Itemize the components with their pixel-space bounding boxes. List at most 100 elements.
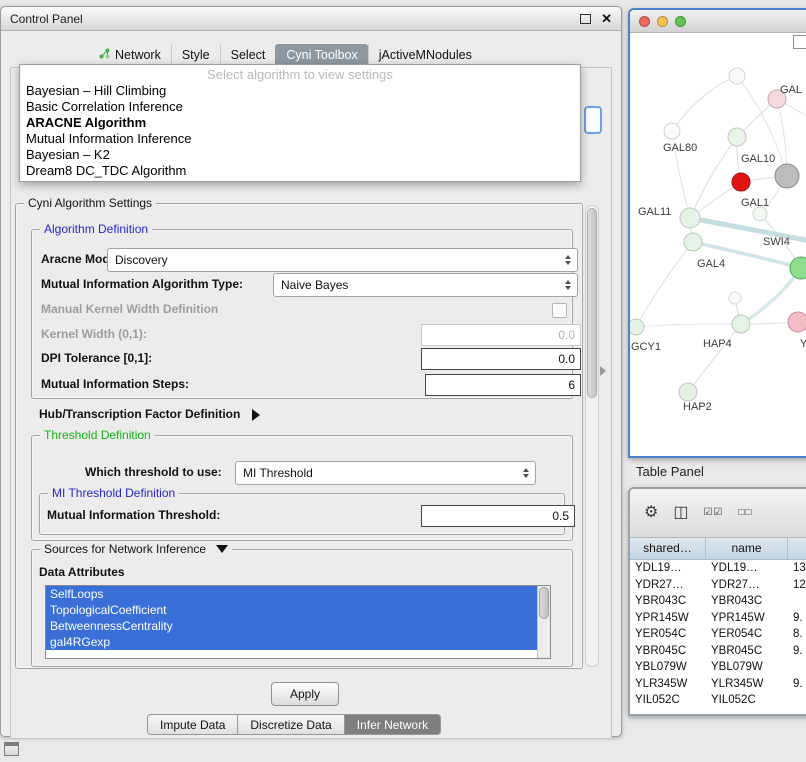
- overview-toggle[interactable]: [793, 35, 806, 49]
- minimize-button[interactable]: [657, 16, 668, 27]
- algorithm-option-basic-correlation-inference[interactable]: Basic Correlation Inference: [20, 99, 580, 115]
- bottom-tab-discretize-data[interactable]: Discretize Data: [238, 714, 344, 735]
- graph-node[interactable]: [680, 208, 700, 228]
- bottom-tab-infer-network[interactable]: Infer Network: [345, 714, 441, 735]
- data-attributes-list[interactable]: SelfLoopsTopologicalCoefficientBetweenne…: [45, 585, 551, 659]
- hub-section-toggle[interactable]: Hub/Transcription Factor Definition: [39, 403, 260, 425]
- tab-label: Network: [115, 48, 161, 62]
- table-row[interactable]: YER054CYER054C8.: [630, 626, 806, 643]
- attribute-betweennesscentrality[interactable]: BetweennessCentrality: [46, 618, 538, 634]
- gear-icon[interactable]: ⚙: [644, 505, 658, 521]
- graph-node[interactable]: [790, 257, 806, 279]
- algorithm-option-mutual-information-inference[interactable]: Mutual Information Inference: [20, 131, 580, 147]
- tab-style[interactable]: Style: [171, 44, 220, 66]
- settings-scrollbar[interactable]: [585, 205, 599, 667]
- algorithm-option-aracne-algorithm[interactable]: ARACNE Algorithm: [20, 115, 580, 131]
- network-canvas[interactable]: GAL80GALGAL10GAL11GAL1SWI4GAL4GCY1HAP4HA…: [630, 33, 806, 453]
- attribute-selfloops[interactable]: SelfLoops: [46, 586, 538, 602]
- graph-node[interactable]: [729, 292, 741, 304]
- attribute-topologicalcoefficient[interactable]: TopologicalCoefficient: [46, 602, 538, 618]
- network-window-titlebar[interactable]: [630, 10, 806, 33]
- combo-arrows-icon: [517, 468, 535, 478]
- table-row[interactable]: YBL079WYBL079W: [630, 659, 806, 676]
- table-cell: YBL079W: [630, 659, 706, 676]
- graph-edge[interactable]: [688, 324, 741, 392]
- list-scrollbar[interactable]: [537, 586, 550, 658]
- mi-threshold-field[interactable]: 0.5: [421, 505, 575, 527]
- tab-jactivemnodules[interactable]: jActiveMNodules: [368, 44, 482, 66]
- field-value: 0.0: [558, 352, 575, 366]
- float-window-icon[interactable]: [580, 14, 591, 24]
- data-attributes-label: Data Attributes: [39, 561, 125, 583]
- graph-node[interactable]: [732, 173, 750, 191]
- collapsed-arrow-icon[interactable]: [252, 409, 260, 421]
- graph-node[interactable]: [679, 383, 697, 401]
- columns-icon[interactable]: ◫: [673, 505, 688, 521]
- kernel-width-field[interactable]: 0.0: [421, 324, 581, 346]
- graph-node[interactable]: [775, 164, 799, 188]
- table-cell: 9.: [788, 610, 806, 627]
- table-row[interactable]: YLR345WYLR345W9.: [630, 676, 806, 693]
- expanded-arrow-icon[interactable]: [216, 545, 228, 553]
- table-cell: YER054C: [630, 626, 706, 643]
- close-icon[interactable]: ✕: [601, 12, 612, 25]
- algorithm-option-dream8-dc-tdc-algorithm[interactable]: Dream8 DC_TDC Algorithm: [20, 163, 580, 179]
- table-row[interactable]: YPR145WYPR145W9.: [630, 610, 806, 627]
- mi-type-select[interactable]: Naive Bayes: [273, 273, 578, 297]
- table-cell: YBL079W: [706, 659, 788, 676]
- table-cell: [788, 692, 806, 709]
- scrollbar-thumb[interactable]: [587, 208, 597, 398]
- graph-node[interactable]: [753, 207, 767, 221]
- unchecked-boxes-icon[interactable]: □□: [738, 508, 752, 518]
- network-graph[interactable]: GAL80GALGAL10GAL11GAL1SWI4GAL4GCY1HAP4HA…: [630, 33, 806, 453]
- table-row[interactable]: YBR043CYBR043C: [630, 593, 806, 610]
- zoom-button[interactable]: [675, 16, 686, 27]
- column-header-shared[interactable]: shared…: [630, 538, 706, 559]
- checked-boxes-icon[interactable]: ☑☑: [703, 508, 723, 518]
- node-label-gal10: GAL10: [741, 153, 775, 165]
- graph-node[interactable]: [729, 68, 745, 84]
- tab-network[interactable]: Network: [89, 44, 171, 66]
- table-header: shared…name: [630, 538, 806, 560]
- graph-edge[interactable]: [636, 324, 741, 327]
- manual-kernel-width-checkbox[interactable]: [552, 303, 567, 318]
- graph-node[interactable]: [630, 319, 644, 335]
- graph-node[interactable]: [788, 312, 806, 332]
- which-threshold-select[interactable]: MI Threshold: [235, 461, 536, 485]
- apply-button[interactable]: Apply: [271, 682, 339, 706]
- table-row[interactable]: YDL19…YDL19…13: [630, 560, 806, 577]
- control-panel-titlebar[interactable]: Control Panel ✕: [1, 7, 621, 31]
- aracne-mode-select[interactable]: Discovery: [107, 248, 578, 272]
- bottom-tab-impute-data[interactable]: Impute Data: [147, 714, 238, 735]
- table-row[interactable]: YIL052CYIL052C: [630, 692, 806, 709]
- scrollbar-thumb[interactable]: [539, 587, 549, 619]
- algorithm-select-fragment[interactable]: [584, 106, 602, 134]
- graph-node[interactable]: [728, 128, 746, 146]
- panel-splitter-handle[interactable]: [600, 366, 606, 376]
- graph-node[interactable]: [684, 233, 702, 251]
- column-header-extra[interactable]: [788, 538, 806, 559]
- graph-node[interactable]: [732, 315, 750, 333]
- mi-steps-field[interactable]: 6: [425, 374, 581, 396]
- node-label-hap4: HAP4: [703, 338, 732, 350]
- graph-edge[interactable]: [636, 242, 693, 327]
- sources-title[interactable]: Sources for Network Inference: [40, 542, 232, 556]
- table-cell: 9.: [788, 643, 806, 660]
- network-icon: [99, 48, 110, 62]
- tab-cyni-toolbox[interactable]: Cyni Toolbox: [275, 44, 367, 66]
- table-row[interactable]: YDR27…YDR27…12: [630, 577, 806, 594]
- hub-section-label: Hub/Transcription Factor Definition: [39, 407, 240, 421]
- algorithm-option-bayesian-k2[interactable]: Bayesian – K2: [20, 147, 580, 163]
- dpi-tolerance-field[interactable]: 0.0: [421, 348, 581, 370]
- graph-node[interactable]: [664, 123, 680, 139]
- attribute-gal4rgexp[interactable]: gal4RGexp: [46, 634, 538, 650]
- close-button[interactable]: [639, 16, 650, 27]
- tab-select[interactable]: Select: [220, 44, 276, 66]
- column-header-name[interactable]: name: [706, 538, 788, 559]
- apply-button-label: Apply: [290, 687, 320, 701]
- restore-panel-icon[interactable]: [4, 742, 19, 756]
- table-row[interactable]: YBR045CYBR045C9.: [630, 643, 806, 660]
- node-label-gal4: GAL4: [697, 258, 725, 270]
- algorithm-option-bayesian-hill-climbing[interactable]: Bayesian – Hill Climbing: [20, 83, 580, 99]
- graph-edge[interactable]: [672, 76, 737, 131]
